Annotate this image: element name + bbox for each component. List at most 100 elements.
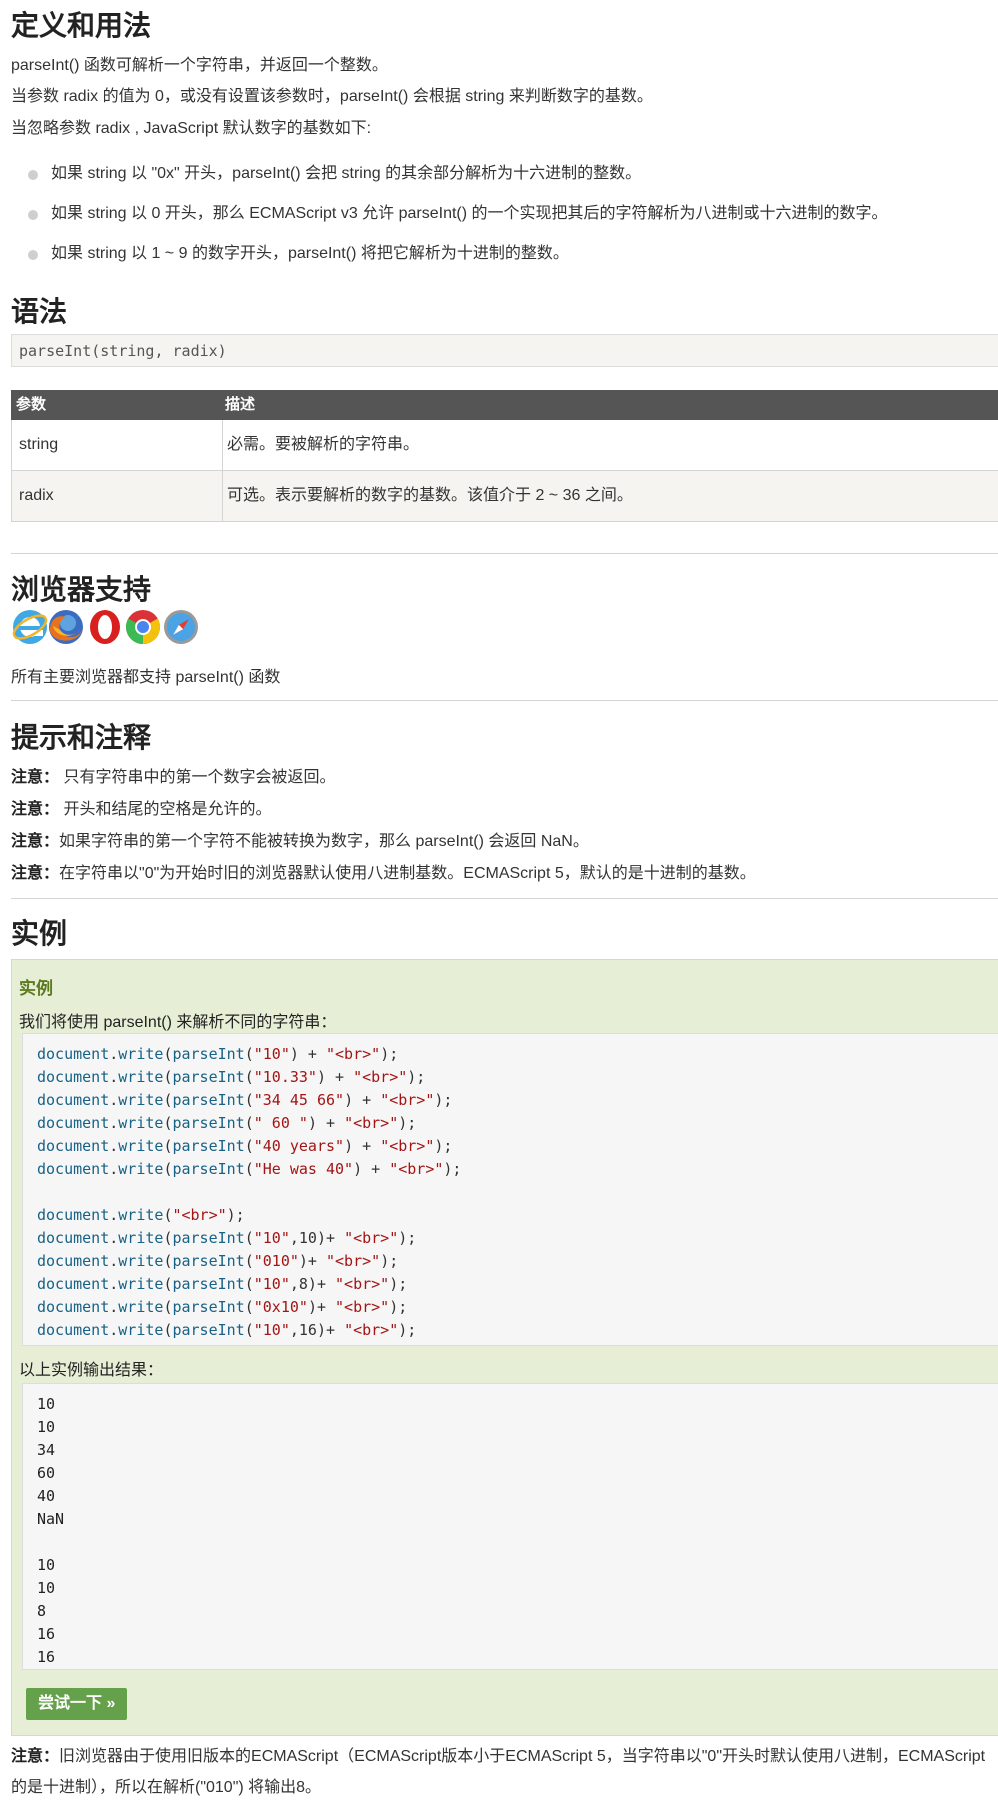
code-token: write bbox=[118, 1321, 164, 1339]
code-token: ) + bbox=[344, 1091, 381, 1109]
code-token: . bbox=[109, 1045, 119, 1063]
code-token: ); bbox=[380, 1045, 399, 1063]
code-line: document.write(parseInt("10",16)+ "<br>"… bbox=[37, 1319, 998, 1342]
output-line: 16 bbox=[37, 1648, 56, 1666]
code-token: write bbox=[118, 1137, 164, 1155]
definition-paragraph: parseInt() 函数可解析一个字符串，并返回一个整数。 bbox=[11, 57, 388, 74]
code-token: parseInt bbox=[172, 1091, 245, 1109]
code-line: document.write(parseInt("010")+ "<br>"); bbox=[37, 1250, 998, 1273]
code-token: write bbox=[118, 1045, 164, 1063]
note-label: 注意： bbox=[11, 801, 60, 818]
table-row: string 必需。要被解析的字符串。 bbox=[11, 420, 998, 471]
syntax-code: parseInt(string, radix) bbox=[11, 334, 998, 367]
example-heading: 实例 bbox=[11, 917, 68, 950]
code-token: "10" bbox=[253, 1045, 290, 1063]
code-token: parseInt bbox=[172, 1252, 245, 1270]
divider bbox=[11, 553, 998, 554]
bullet-dot bbox=[28, 210, 38, 220]
note-text: 只有字符串中的第一个数字会被返回。 bbox=[59, 769, 336, 786]
output-line: 8 bbox=[37, 1602, 47, 1620]
chrome-icon bbox=[126, 610, 160, 644]
code-token: document bbox=[37, 1068, 110, 1086]
code-token: "<br>" bbox=[344, 1114, 399, 1132]
code-token: write bbox=[118, 1091, 164, 1109]
bullet-item: 如果 string 以 1 ~ 9 的数字开头，parseInt() 将把它解析… bbox=[51, 245, 569, 262]
browser-support-heading: 浏览器支持 bbox=[11, 573, 152, 606]
example-box-title: 实例 bbox=[19, 979, 53, 998]
final-note-continued: 的是十进制），所以在解析("010") 将输出8。 bbox=[11, 1779, 322, 1796]
output-line: 60 bbox=[37, 1464, 56, 1482]
code-token: ( bbox=[244, 1137, 254, 1155]
tip-note: 注意：在字符串以"0"为开始时旧的浏览器默认使用八进制基数。ECMAScript… bbox=[11, 864, 756, 884]
output-line: 16 bbox=[37, 1625, 56, 1643]
code-line: document.write(parseInt("He was 40") + "… bbox=[37, 1158, 998, 1181]
bullet-item: 如果 string 以 "0x" 开头，parseInt() 会把 string… bbox=[51, 165, 642, 182]
code-token: "34 45 66" bbox=[253, 1091, 345, 1109]
code-token: "10" bbox=[253, 1321, 290, 1339]
code-token: ( bbox=[244, 1068, 254, 1086]
code-token: . bbox=[109, 1252, 119, 1270]
note-text: 如果字符串的第一个字符不能被转换为数字，那么 parseInt() 会返回 Na… bbox=[59, 833, 589, 850]
code-token: document bbox=[37, 1160, 110, 1178]
code-token: ( bbox=[244, 1114, 254, 1132]
code-token: )+ bbox=[307, 1298, 336, 1316]
code-line: document.write(parseInt("34 45 66") + "<… bbox=[37, 1089, 998, 1112]
code-token: . bbox=[109, 1137, 119, 1155]
divider bbox=[11, 898, 998, 899]
code-token: ) + bbox=[316, 1068, 354, 1086]
code-token: write bbox=[118, 1229, 164, 1247]
code-token: ); bbox=[226, 1206, 245, 1224]
safari-icon bbox=[164, 610, 198, 644]
definition-paragraph: 当参数 radix 的值为 0，或没有设置该参数时，parseInt() 会根据… bbox=[11, 88, 653, 105]
code-token: ); bbox=[434, 1137, 453, 1155]
code-token: . bbox=[109, 1068, 119, 1086]
code-token: "<br>" bbox=[380, 1137, 435, 1155]
code-token: parseInt bbox=[172, 1114, 245, 1132]
code-token: document bbox=[37, 1321, 110, 1339]
syntax-heading: 语法 bbox=[11, 295, 68, 328]
code-token: ,16)+ bbox=[289, 1321, 345, 1339]
divider bbox=[11, 700, 998, 701]
code-line: document.write(parseInt(" 60 ") + "<br>"… bbox=[37, 1112, 998, 1135]
output-line: NaN bbox=[37, 1510, 65, 1528]
example-output: 10 10 34 60 40 NaN 10 10 8 16 16 bbox=[22, 1383, 998, 1670]
code-token: ( bbox=[244, 1045, 254, 1063]
code-token: "10" bbox=[253, 1229, 290, 1247]
code-token: ) + bbox=[289, 1045, 326, 1063]
code-token: document bbox=[37, 1298, 110, 1316]
code-token: write bbox=[118, 1252, 164, 1270]
note-label: 注意： bbox=[11, 1748, 60, 1765]
opera-icon bbox=[90, 610, 120, 644]
code-token: ); bbox=[434, 1091, 453, 1109]
tip-note: 注意： 只有字符串中的第一个数字会被返回。 bbox=[11, 768, 335, 788]
code-token: ,10)+ bbox=[289, 1229, 345, 1247]
table-row: radix 可选。表示要解析的数字的基数。该值介于 2 ~ 36 之间。 bbox=[11, 471, 998, 522]
code-token: "<br>" bbox=[335, 1298, 390, 1316]
code-token: "10.33" bbox=[253, 1068, 317, 1086]
browser-support-text: 所有主要浏览器都支持 parseInt() 函数 bbox=[11, 669, 281, 686]
code-line: document.write(parseInt("10.33") + "<br>… bbox=[37, 1066, 998, 1089]
code-token: document bbox=[37, 1045, 110, 1063]
note-text: 旧浏览器由于使用旧版本的ECMAScript（ECMAScript版本小于ECM… bbox=[59, 1748, 986, 1765]
code-token: ( bbox=[244, 1275, 254, 1293]
code-token: document bbox=[37, 1137, 110, 1155]
code-token: . bbox=[109, 1229, 119, 1247]
code-token: "0x10" bbox=[253, 1298, 308, 1316]
code-token: . bbox=[109, 1160, 119, 1178]
code-token: parseInt bbox=[172, 1137, 245, 1155]
code-token: ); bbox=[443, 1160, 462, 1178]
code-line: document.write(parseInt("10") + "<br>"); bbox=[37, 1043, 998, 1066]
code-token: "<br>" bbox=[172, 1206, 227, 1224]
code-token: parseInt bbox=[172, 1160, 245, 1178]
code-token: ); bbox=[389, 1298, 408, 1316]
code-token: ( bbox=[244, 1091, 254, 1109]
code-token: write bbox=[118, 1068, 164, 1086]
code-token: . bbox=[109, 1298, 119, 1316]
code-line: document.write(parseInt("10",8)+ "<br>")… bbox=[37, 1273, 998, 1296]
code-token: ) + bbox=[307, 1114, 345, 1132]
try-it-button[interactable]: 尝试一下 » bbox=[26, 1688, 128, 1720]
code-token: "010" bbox=[253, 1252, 299, 1270]
table-cell: radix bbox=[19, 487, 54, 504]
code-line: document.write(parseInt("10",10)+ "<br>"… bbox=[37, 1227, 998, 1250]
